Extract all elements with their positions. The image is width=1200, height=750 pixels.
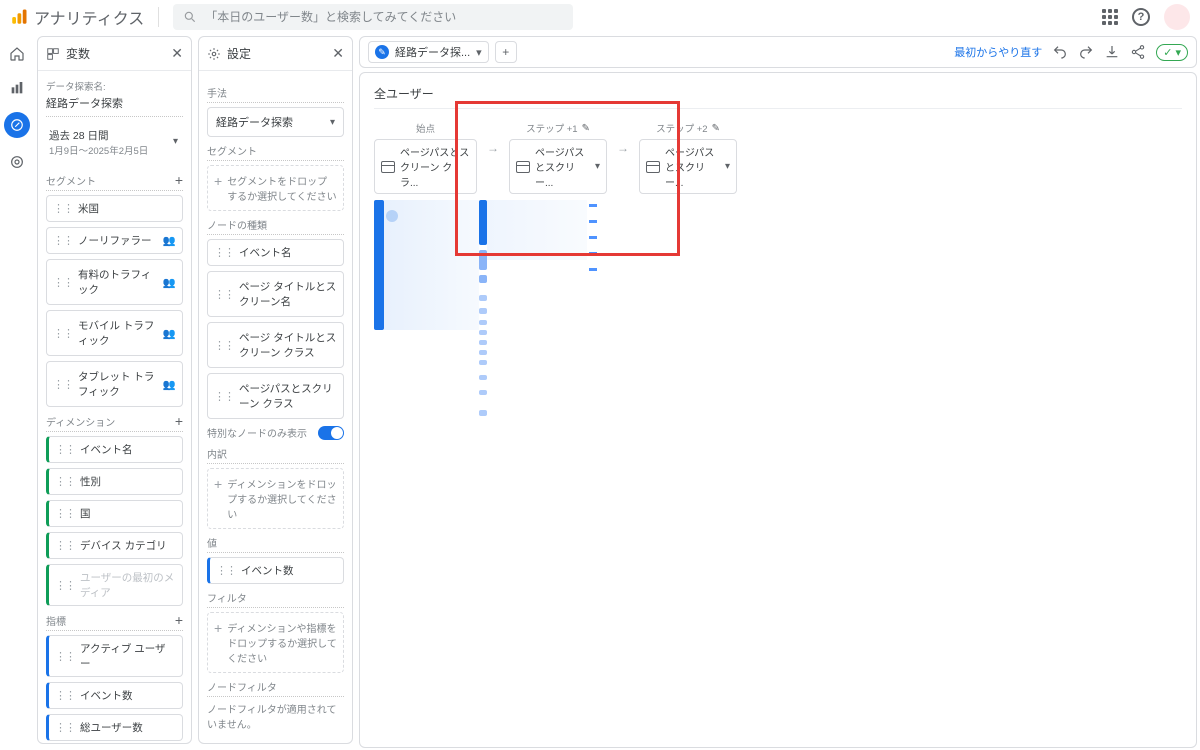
nodetype-chip[interactable]: ⋮⋮ページ タイトルとスクリーン クラス <box>207 322 344 368</box>
technique-select[interactable]: 経路データ探索▾ <box>207 107 344 137</box>
chevron-down-icon: ▾ <box>173 136 178 147</box>
nav-explore-icon[interactable] <box>4 112 30 138</box>
avatar[interactable] <box>1164 4 1190 30</box>
nav-reports-icon[interactable] <box>7 78 27 98</box>
undo-icon[interactable] <box>1052 44 1068 60</box>
page-icon <box>381 161 395 173</box>
segment-dropzone[interactable]: +セグメントをドロップするか選択してください <box>207 165 344 211</box>
search-icon <box>183 10 197 24</box>
people-icon: 👥 <box>163 378 176 391</box>
dimension-chip[interactable]: ⋮⋮イベント名 <box>46 436 183 463</box>
gear-icon <box>207 47 221 61</box>
metric-chip[interactable]: ⋮⋮イベント数 <box>46 682 183 709</box>
segment-chip[interactable]: ⋮⋮有料のトラフィック👥 <box>46 259 183 305</box>
canvas: 全ユーザー 始点 ページパスとスクリーン クラ... → ステップ +1✎ ペー… <box>359 72 1197 748</box>
tabs-row: ✎ 経路データ探... ▾ + 最初からやり直す ✓▾ <box>359 36 1197 68</box>
unique-nodes-toggle[interactable] <box>318 426 344 440</box>
ga-logo-icon <box>10 8 28 26</box>
nav-rail <box>0 34 34 750</box>
step1-node-select[interactable]: ページパスとスクリー... ▾ <box>509 139 607 194</box>
explore-name[interactable]: 経路データ探索 <box>46 95 183 117</box>
dimension-chip[interactable]: ⋮⋮デバイス カテゴリ <box>46 532 183 559</box>
dimension-chip[interactable]: ⋮⋮国 <box>46 500 183 527</box>
step2-node-select[interactable]: ページパスとスクリー... ▾ <box>639 139 737 194</box>
restart-link[interactable]: 最初からやり直す <box>954 44 1042 60</box>
chevron-down-icon: ▾ <box>330 117 335 128</box>
product-title: アナリティクス <box>34 5 144 29</box>
variables-panel: 変数 ✕ データ探索名: 経路データ探索 過去 28 日間 1月9日〜2025年… <box>37 36 192 744</box>
chevron-down-icon: ▾ <box>1175 46 1181 59</box>
tab-active[interactable]: ✎ 経路データ探... ▾ <box>368 41 489 63</box>
chevron-down-icon: ▾ <box>476 46 482 59</box>
apps-icon[interactable] <box>1102 9 1118 25</box>
page-icon <box>646 161 660 173</box>
settings-panel: 設定 ✕ 手法 経路データ探索▾ セグメント +セグメントをドロップするか選択し… <box>198 36 353 744</box>
divider <box>158 7 159 27</box>
people-icon: 👥 <box>163 276 176 289</box>
filters-dropzone[interactable]: +ディメンションや指標をドロップするか選択してください <box>207 612 344 673</box>
share-icon[interactable] <box>1130 44 1146 60</box>
metric-chip[interactable]: ⋮⋮総ユーザー数 <box>46 714 183 741</box>
explore-name-label: データ探索名: <box>46 79 183 93</box>
nav-ads-icon[interactable] <box>7 152 27 172</box>
variables-icon <box>46 47 60 61</box>
pencil-icon[interactable]: ✎ <box>582 123 590 134</box>
search-placeholder: 「本日のユーザー数」と検索してみてください <box>205 8 456 25</box>
arrow-right-icon: → <box>487 141 499 155</box>
add-segment-button[interactable]: + <box>175 172 183 188</box>
nav-home-icon[interactable] <box>7 44 27 64</box>
status-check[interactable]: ✓▾ <box>1156 44 1188 61</box>
add-tab-button[interactable]: + <box>495 41 517 63</box>
add-dimension-button[interactable]: + <box>175 413 183 429</box>
breakdown-dropzone[interactable]: +ディメンションをドロップするか選択してください <box>207 468 344 529</box>
arrow-right-icon: → <box>617 141 629 155</box>
dimension-chip[interactable]: ⋮⋮性別 <box>46 468 183 495</box>
close-icon[interactable]: ✕ <box>332 45 344 62</box>
nodetype-chip[interactable]: ⋮⋮イベント名 <box>207 239 344 266</box>
chevron-down-icon: ▾ <box>595 161 600 172</box>
people-icon: 👥 <box>163 327 176 340</box>
page-icon <box>516 161 530 173</box>
add-metric-button[interactable]: + <box>175 612 183 628</box>
close-icon[interactable]: ✕ <box>171 45 183 62</box>
variables-title: 変数 <box>66 45 90 62</box>
nodetype-chip[interactable]: ⋮⋮ページパスとスクリーン クラス <box>207 373 344 419</box>
redo-icon[interactable] <box>1078 44 1094 60</box>
metric-chip[interactable]: ⋮⋮アクティブ ユーザー <box>46 635 183 677</box>
segment-chip[interactable]: ⋮⋮モバイル トラフィック👥 <box>46 310 183 356</box>
segment-chip[interactable]: ⋮⋮タブレット トラフィック👥 <box>46 361 183 407</box>
help-icon[interactable]: ? <box>1132 8 1150 26</box>
values-chip[interactable]: ⋮⋮イベント数 <box>207 557 344 584</box>
settings-title: 設定 <box>227 45 251 62</box>
segment-chip[interactable]: ⋮⋮米国 <box>46 195 183 222</box>
pencil-icon: ✎ <box>375 45 389 59</box>
search-input[interactable]: 「本日のユーザー数」と検索してみてください <box>173 4 573 30</box>
pencil-icon[interactable]: ✎ <box>712 123 720 134</box>
dimension-chip[interactable]: ⋮⋮ユーザーの最初のメディア <box>46 564 183 606</box>
people-icon: 👥 <box>163 234 176 247</box>
canvas-title: 全ユーザー <box>374 85 1182 109</box>
chevron-down-icon: ▾ <box>725 161 730 172</box>
path-visualization[interactable] <box>374 200 1182 460</box>
start-node-select[interactable]: ページパスとスクリーン クラ... <box>374 139 477 194</box>
nodetype-chip[interactable]: ⋮⋮ページ タイトルとスクリーン名 <box>207 271 344 317</box>
nodefilter-note: ノードフィルタが適用されていません。 <box>207 701 344 731</box>
segment-chip[interactable]: ⋮⋮ノーリファラー👥 <box>46 227 183 254</box>
date-range-picker[interactable]: 過去 28 日間 1月9日〜2025年2月5日 ▾ <box>46 123 183 166</box>
download-icon[interactable] <box>1104 44 1120 60</box>
